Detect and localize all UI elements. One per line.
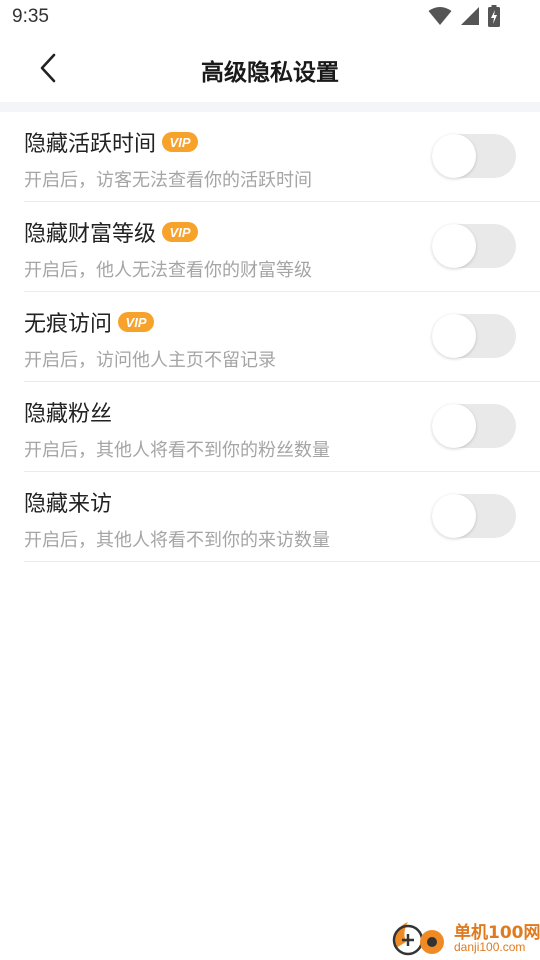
setting-row-hide-active-time: 隐藏活跃时间 VIP 开启后，访客无法查看你的活跃时间 <box>24 112 540 202</box>
vip-badge: VIP <box>162 222 199 242</box>
hide-active-time-toggle[interactable] <box>432 134 516 178</box>
watermark-domain: danji100.com <box>454 940 526 954</box>
setting-row-hide-wealth-level: 隐藏财富等级 VIP 开启后，他人无法查看你的财富等级 <box>24 202 540 292</box>
setting-description: 开启后，访客无法查看你的活跃时间 <box>24 170 312 191</box>
setting-row-hide-visits: 隐藏来访 开启后，其他人将看不到你的来访数量 <box>24 472 540 562</box>
setting-title: 隐藏来访 <box>24 492 113 517</box>
header-separator <box>0 102 540 112</box>
setting-description: 开启后，其他人将看不到你的来访数量 <box>24 530 330 551</box>
privacy-settings-screen: 9:35 高级隐私设置 隐藏活跃时间 VIP 开启后，访客无法查看你的活跃时间 … <box>0 0 540 960</box>
setting-title: 隐藏粉丝 <box>24 402 113 427</box>
setting-row-invisible-visit: 无痕访问 VIP 开启后，访问他人主页不留记录 <box>24 292 540 382</box>
toggle-knob <box>432 404 476 448</box>
title-bar: 高级隐私设置 <box>0 36 540 102</box>
settings-list: 隐藏活跃时间 VIP 开启后，访客无法查看你的活跃时间 隐藏财富等级 VIP 开… <box>24 112 540 562</box>
page-title: 高级隐私设置 <box>201 60 339 86</box>
setting-title-line: 隐藏财富等级 VIP <box>24 216 199 248</box>
setting-title: 隐藏活跃时间 <box>24 132 157 157</box>
toggle-knob <box>432 134 476 178</box>
vip-badge: VIP <box>118 312 155 332</box>
setting-description: 开启后，他人无法查看你的财富等级 <box>24 260 312 281</box>
watermark-logo-icon <box>390 918 450 958</box>
hide-visits-toggle[interactable] <box>432 494 516 538</box>
hide-wealth-level-toggle[interactable] <box>432 224 516 268</box>
hide-fans-toggle[interactable] <box>432 404 516 448</box>
cell-signal-icon <box>460 6 480 30</box>
vip-badge: VIP <box>162 132 199 152</box>
setting-title-line: 隐藏活跃时间 VIP <box>24 126 199 158</box>
invisible-visit-toggle[interactable] <box>432 314 516 358</box>
setting-title-line: 隐藏来访 <box>24 486 112 518</box>
setting-title: 无痕访问 <box>24 312 113 337</box>
battery-charging-icon <box>488 5 500 31</box>
setting-title-line: 隐藏粉丝 <box>24 396 112 428</box>
watermark: 单机100网 danji100.com <box>390 916 540 960</box>
setting-description: 开启后，其他人将看不到你的粉丝数量 <box>24 440 330 461</box>
toggle-knob <box>432 224 476 268</box>
status-icons <box>428 5 500 31</box>
wifi-icon <box>428 6 452 30</box>
toggle-knob <box>432 494 476 538</box>
toggle-knob <box>432 314 476 358</box>
setting-title: 隐藏财富等级 <box>24 222 157 247</box>
setting-row-hide-fans: 隐藏粉丝 开启后，其他人将看不到你的粉丝数量 <box>24 382 540 472</box>
status-bar: 9:35 <box>0 0 540 36</box>
setting-description: 开启后，访问他人主页不留记录 <box>24 350 276 371</box>
setting-title-line: 无痕访问 VIP <box>24 306 155 338</box>
status-time: 9:35 <box>12 6 49 27</box>
